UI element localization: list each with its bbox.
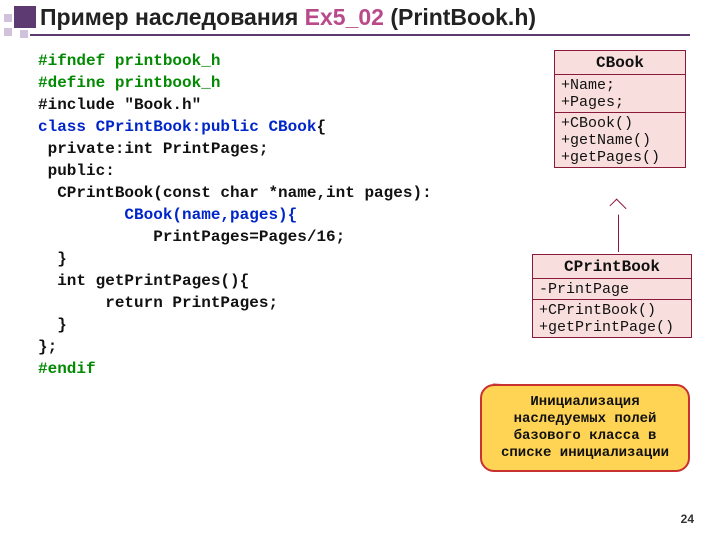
code-line: }; — [38, 338, 67, 356]
uml-attributes: -PrintPage — [533, 278, 691, 299]
code-line: #endif — [38, 360, 96, 378]
code-line: return PrintPages; — [38, 294, 278, 312]
code-block: #ifndef printbook_h #define printbook_h … — [38, 50, 432, 380]
callout-line: базового класса в — [490, 428, 680, 445]
uml-attr: +Name; — [561, 77, 679, 94]
title-pre: Пример наследования — [40, 4, 305, 30]
uml-attr: +Pages; — [561, 94, 679, 111]
uml-attr: -PrintPage — [539, 281, 685, 298]
code-line: public: — [38, 162, 115, 180]
uml-attributes: +Name; +Pages; — [555, 74, 685, 112]
uml-inheritance-line — [618, 210, 619, 252]
code-line: CPrintBook(const char *name,int pages): — [38, 184, 432, 202]
callout-note: Инициализация наследуемых полей базового… — [480, 384, 690, 472]
callout-line: списке инициализации — [490, 445, 680, 462]
title-post: (PrintBook.h) — [384, 4, 536, 30]
uml-class-cbook: CBook +Name; +Pages; +CBook() +getName()… — [554, 50, 686, 168]
callout-line: наследуемых полей — [490, 411, 680, 428]
page-number: 24 — [681, 512, 694, 526]
code-line: PrintPages=Pages/16; — [38, 228, 345, 246]
uml-operations: +CBook() +getName() +getPages() — [555, 112, 685, 167]
code-line: } — [38, 250, 67, 268]
uml-op: +getName() — [561, 132, 679, 149]
code-line: class CPrintBook:public CBook{ — [38, 118, 326, 136]
deco-square-small — [4, 14, 12, 22]
uml-operations: +CPrintBook() +getPrintPage() — [533, 299, 691, 337]
uml-op: +CPrintBook() — [539, 302, 685, 319]
code-line: int getPrintPages(){ — [38, 272, 249, 290]
slide-title: Пример наследования Ex5_02 (PrintBook.h) — [40, 4, 536, 31]
title-accent: Ex5_02 — [305, 4, 384, 30]
uml-op: +getPrintPage() — [539, 319, 685, 336]
uml-class-name: CPrintBook — [533, 255, 691, 278]
uml-class-cprintbook: CPrintBook -PrintPage +CPrintBook() +get… — [532, 254, 692, 338]
callout-line: Инициализация — [490, 394, 680, 411]
code-line: private:int PrintPages; — [38, 140, 268, 158]
code-line: #include "Book.h" — [38, 96, 201, 114]
uml-op: +getPages() — [561, 149, 679, 166]
title-underline — [30, 34, 690, 36]
deco-square-small — [4, 28, 12, 36]
deco-square-small — [20, 30, 28, 38]
uml-inheritance-arrowhead-icon — [610, 199, 627, 216]
uml-class-name: CBook — [555, 51, 685, 74]
code-line: #define printbook_h — [38, 74, 220, 92]
uml-op: +CBook() — [561, 115, 679, 132]
code-line: } — [38, 316, 67, 334]
deco-square-large — [14, 6, 36, 28]
code-line: CBook(name,pages){ — [38, 206, 297, 224]
code-line: #ifndef printbook_h — [38, 52, 220, 70]
